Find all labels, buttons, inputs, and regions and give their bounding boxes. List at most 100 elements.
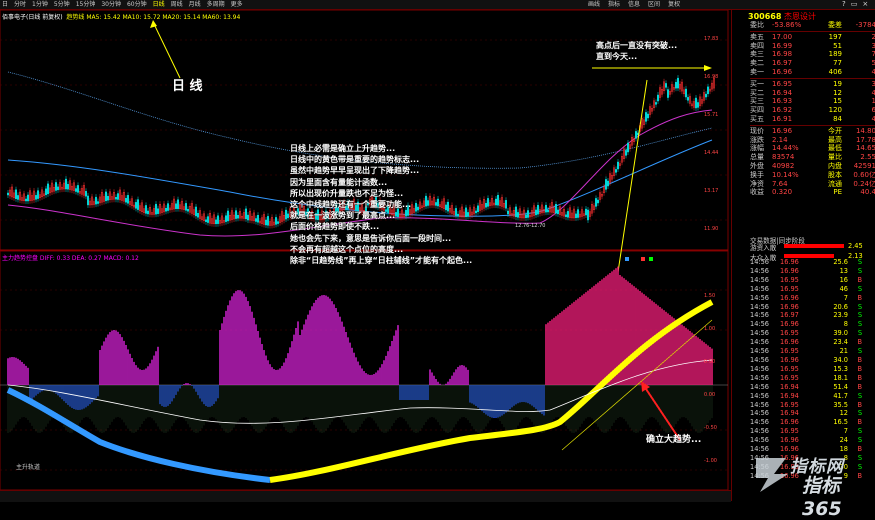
quote-cell-k: 买二 bbox=[750, 88, 764, 97]
period-item-6[interactable]: 60分钟 bbox=[127, 0, 147, 9]
quote-cell-k: 卖四 bbox=[750, 41, 764, 50]
tick-list[interactable]: 14:56 16.96 25.6 S 14:56 16.96 13 S 14:56 16.95 16… bbox=[750, 258, 875, 481]
tool-item-3[interactable]: 区间 bbox=[648, 0, 660, 9]
quote-cell-v: 流通 bbox=[828, 179, 842, 188]
candle-body bbox=[487, 198, 490, 207]
candle-body bbox=[275, 217, 278, 225]
tick-row: 14:56 16.96 34.0 B bbox=[750, 356, 875, 365]
candle-body bbox=[577, 209, 580, 218]
tick-cell-v: 18.1 bbox=[833, 373, 848, 382]
quote-cell-p: 83574 bbox=[772, 153, 795, 162]
candle-body bbox=[45, 188, 48, 196]
quote-cell-v: 12 bbox=[833, 88, 842, 97]
candle-body bbox=[285, 209, 288, 220]
candle-body bbox=[134, 202, 137, 209]
tick-cell-p: 16.96 bbox=[780, 293, 799, 302]
period-item-7[interactable]: 日线 bbox=[153, 0, 165, 9]
tick-side: B bbox=[857, 338, 862, 347]
quote-cell-p: 14.44% bbox=[772, 144, 799, 153]
watermark-text-2: 指标365 bbox=[802, 475, 842, 520]
top-note-line-0: 高点后一直没有突破... bbox=[596, 41, 678, 50]
tick-cell-p: 16.95 bbox=[780, 400, 799, 409]
period-item-2[interactable]: 1分钟 bbox=[32, 0, 48, 9]
period-item-3[interactable]: 5分钟 bbox=[54, 0, 70, 9]
candle-body bbox=[495, 198, 498, 206]
period-item-0[interactable]: 日 bbox=[2, 0, 8, 9]
candle-body bbox=[55, 182, 58, 191]
pointer-line bbox=[617, 79, 648, 273]
tick-cell-t: 14:56 bbox=[750, 347, 770, 356]
quote-cell-d: 7 bbox=[871, 50, 875, 59]
tick-cell-p: 16.96 bbox=[780, 320, 799, 329]
tool-item-2[interactable]: 信息 bbox=[628, 0, 640, 9]
period-menu: 日分时 1分钟 5分钟 15分钟 30分钟 60分钟 日线 周线 月线 多周期 更多 bbox=[2, 0, 243, 9]
period-item-9[interactable]: 月线 bbox=[189, 0, 201, 9]
candle-body bbox=[96, 201, 99, 204]
main-note-line-9: 不会再有超越这个点位的高度... bbox=[290, 244, 404, 254]
period-item-11[interactable]: 更多 bbox=[231, 0, 243, 9]
big-buy-label: 游资入散 bbox=[750, 244, 777, 252]
tick-cell-t: 14:56 bbox=[750, 258, 770, 266]
osc-tick-label: 0.50 bbox=[704, 359, 715, 365]
tick-cell-t: 14:56 bbox=[750, 302, 770, 311]
quote-row: 买二 16.94 12 4 bbox=[750, 89, 875, 98]
quote-cell-k: 委比 bbox=[750, 21, 764, 29]
quote-cell-v: 406 bbox=[828, 67, 842, 76]
candle-body bbox=[216, 215, 219, 224]
candle-body bbox=[645, 112, 648, 122]
quote-cell-v: 今开 bbox=[828, 126, 842, 135]
tick-row: 14:56 16.95 46 S bbox=[750, 285, 875, 294]
quote-cell-p: 0.320 bbox=[772, 188, 793, 197]
daily-label: 日 线 bbox=[172, 79, 203, 94]
quote-cell-v: 15 bbox=[833, 97, 842, 106]
quote-cell-v: 120 bbox=[828, 106, 842, 115]
tick-side: B bbox=[857, 293, 862, 302]
candle-body bbox=[184, 203, 187, 211]
quote-cell-d: 4 bbox=[871, 88, 875, 97]
candle-body bbox=[236, 215, 239, 219]
tool-item-0[interactable]: 画线 bbox=[588, 0, 600, 9]
candle-body bbox=[57, 186, 60, 191]
tick-side: S bbox=[857, 347, 862, 356]
tick-side: S bbox=[857, 409, 862, 418]
tick-cell-v: 13 bbox=[839, 266, 848, 275]
period-item-10[interactable]: 多周期 bbox=[207, 0, 225, 9]
quote-cell-v: 委差 bbox=[828, 21, 842, 29]
tick-side: S bbox=[857, 258, 862, 266]
tick-row: 14:56 16.96 8 S bbox=[750, 320, 875, 329]
tick-cell-v: 8 bbox=[843, 320, 848, 329]
candle-body bbox=[665, 83, 668, 88]
window-button-2[interactable]: × bbox=[862, 0, 868, 9]
quote-cell-v: 19 bbox=[833, 79, 842, 88]
period-item-4[interactable]: 15分钟 bbox=[76, 0, 96, 9]
window-button-1[interactable]: ▭ bbox=[851, 0, 858, 9]
period-item-5[interactable]: 30分钟 bbox=[101, 0, 121, 9]
watermark-logo-icon bbox=[756, 458, 788, 492]
window-button-0[interactable]: ? bbox=[842, 0, 846, 9]
candle-body bbox=[94, 196, 97, 205]
oscillator bbox=[7, 266, 713, 433]
tick-cell-t: 14:56 bbox=[750, 338, 770, 347]
main-note-line-5: 这个中线趋势还有一个重要功能... bbox=[290, 200, 412, 210]
tick-side: S bbox=[857, 302, 862, 311]
tool-item-1[interactable]: 指标 bbox=[608, 0, 620, 9]
tool-item-4[interactable]: 复权 bbox=[668, 0, 680, 9]
candle-body bbox=[246, 214, 249, 221]
top-note: 高点后一直没有突破... 直到今天... bbox=[596, 40, 677, 62]
tick-cell-p: 16.96 bbox=[780, 266, 799, 275]
candle-body bbox=[605, 179, 608, 190]
period-item-1[interactable]: 分时 bbox=[14, 0, 26, 9]
candle-body bbox=[254, 218, 257, 222]
quote-row: 买四 16.92 120 6 bbox=[750, 106, 875, 115]
price-tick-label: 16.98 bbox=[704, 74, 718, 80]
quote-cell-v: 股本 bbox=[828, 170, 842, 179]
period-item-8[interactable]: 周线 bbox=[171, 0, 183, 9]
price-axis: 17.83 16.98 15.71 14.44 13.17 11.90 bbox=[704, 36, 718, 232]
quote-cell-p: 16.99 bbox=[772, 41, 793, 50]
tick-cell-t: 14:56 bbox=[750, 409, 770, 418]
quote-separator bbox=[750, 77, 875, 79]
tick-side: S bbox=[857, 436, 862, 445]
tick-cell-t: 14:56 bbox=[750, 355, 770, 364]
quote-cell-d: 1 bbox=[871, 97, 875, 106]
candle-body bbox=[555, 204, 558, 214]
